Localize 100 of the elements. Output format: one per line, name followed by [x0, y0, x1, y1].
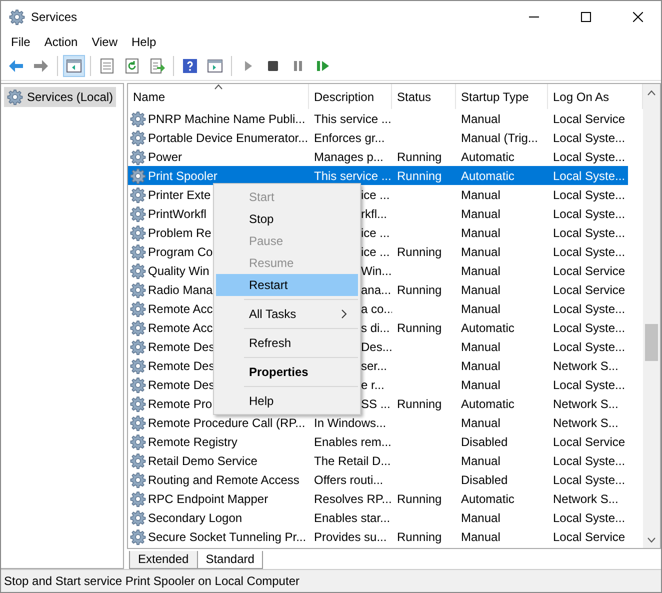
service-name: Radio Mana	[148, 282, 213, 296]
gear-icon	[130, 224, 146, 240]
table-cell-text: Disabled	[460, 472, 509, 486]
menu-item[interactable]: Properties	[216, 361, 358, 383]
column-header[interactable]: Status	[392, 84, 456, 109]
table-cell-text: Local Service	[552, 282, 626, 296]
table-cell-text: In Windows...	[313, 416, 388, 430]
table-cell-text: Resolves RP...	[313, 492, 392, 506]
gear-icon	[130, 110, 146, 126]
menu-item[interactable]: Restart	[216, 274, 358, 296]
table-cell-text: Local Service	[552, 434, 626, 448]
scroll-down-icon[interactable]	[647, 536, 656, 542]
table-cell-text: Local Syste...	[552, 510, 626, 524]
table-cell-text: Manual	[460, 378, 502, 392]
table-cell-text: This service ...	[313, 112, 392, 126]
service-name: Power	[148, 150, 182, 164]
table-cell-text: Automatic	[460, 492, 516, 506]
window-title: Services	[31, 10, 78, 24]
table-cell-text: rkfl...	[361, 206, 388, 220]
table-cell-text: Running	[396, 320, 443, 334]
menu-item[interactable]: Help	[216, 390, 358, 412]
table-cell-text: ice ...	[361, 244, 391, 258]
status-text: Stop and Start service Print Spooler on Local Computer	[4, 574, 300, 588]
menu-item[interactable]: Refresh	[216, 332, 358, 354]
gear-icon	[9, 8, 25, 24]
table-cell-text: Offers routi...	[313, 472, 384, 486]
gear-icon	[130, 510, 146, 526]
gear-icon	[130, 148, 146, 164]
gear-icon	[130, 452, 146, 468]
table-cell-text: Manual	[460, 282, 502, 296]
gear-icon	[130, 320, 146, 336]
menu-bar-item[interactable]: View	[84, 33, 124, 51]
gear-icon	[130, 206, 146, 222]
table-cell-text: Manual	[460, 454, 502, 468]
table-cell-text: Running	[396, 244, 443, 258]
table-cell-text: Manual	[460, 416, 502, 430]
service-name: Problem Re	[148, 226, 212, 240]
sort-caret-icon	[214, 84, 223, 90]
service-name: Quality Win	[148, 264, 210, 278]
gear-icon	[130, 300, 146, 316]
menu-item[interactable]: All Tasks	[216, 303, 358, 325]
menu-bar-item[interactable]: Help	[124, 33, 164, 51]
table-cell-text: ice ...	[361, 226, 391, 240]
table-cell-text: Automatic	[460, 396, 516, 410]
service-name: Retail Demo Service	[148, 454, 258, 468]
table-cell: ana...	[361, 282, 392, 296]
menu-bar-item[interactable]: File	[4, 33, 38, 51]
table-cell-text: Local Syste...	[552, 168, 626, 182]
service-name: Remote Acc	[148, 302, 213, 316]
scroll-thumb[interactable]	[645, 324, 658, 361]
table-cell-text: Disabled	[460, 434, 509, 448]
table-cell-text: Running	[396, 396, 443, 410]
gear-icon	[130, 130, 146, 146]
service-name: Secondary Logon	[148, 510, 242, 524]
maximize-icon	[581, 12, 591, 22]
table-cell-text: Automatic	[460, 150, 516, 164]
vertical-scrollbar[interactable]	[643, 84, 660, 548]
table-cell-text: Local Service	[552, 530, 626, 544]
column-header[interactable]: Description	[309, 84, 392, 109]
menu-item[interactable]: Stop	[216, 208, 358, 230]
table-cell-text: Running	[396, 282, 443, 296]
table-cell: Des...	[361, 340, 392, 354]
gear-icon	[130, 186, 146, 202]
table-cell-text: SS ...	[361, 396, 392, 410]
view-tab[interactable]: Standard	[196, 551, 264, 569]
gear-icon	[130, 168, 146, 184]
gear-icon	[130, 490, 146, 506]
gear-icon	[130, 338, 146, 354]
scroll-up-icon[interactable]	[647, 90, 656, 96]
close-icon	[633, 12, 643, 22]
table-cell-text: Local Syste...	[552, 130, 626, 144]
table-cell-text: Local Syste...	[552, 226, 626, 240]
table-cell-text: ice ...	[361, 188, 391, 202]
gear-icon	[130, 414, 146, 430]
table-cell-text: Network S...	[552, 358, 620, 372]
tree-item[interactable]: Services (Local)	[4, 87, 116, 107]
table-cell-text: Local Syste...	[552, 244, 626, 258]
service-name: RPC Endpoint Mapper	[148, 492, 268, 506]
table-cell-text: This service ...	[313, 168, 392, 182]
service-name: Remote Acc	[148, 320, 213, 334]
table-cell-text: Enforces gr...	[313, 130, 386, 144]
menu-bar-item[interactable]: Action	[37, 33, 85, 51]
column-header[interactable]: Name	[128, 84, 309, 109]
table-cell-text: Manual	[460, 244, 502, 258]
table-cell-text: Manual	[460, 112, 502, 126]
gear-icon	[130, 376, 146, 392]
column-header[interactable]: Startup Type	[456, 84, 548, 109]
table-cell-text: Enables rem...	[313, 434, 392, 448]
service-name: Routing and Remote Access	[148, 472, 300, 486]
view-tab[interactable]: Extended	[129, 551, 198, 569]
table-cell-text: Manual	[460, 302, 502, 316]
table-cell-text: Local Service	[552, 112, 626, 126]
table-cell-text: ser...	[361, 358, 388, 372]
table-cell-text: Local Syste...	[552, 378, 626, 392]
table-cell-text: Manual	[460, 510, 502, 524]
gear-icon	[130, 434, 146, 450]
table-cell-text: Automatic	[460, 320, 516, 334]
table-cell-text: Automatic	[460, 168, 516, 182]
tree-pane-icon[interactable]	[63, 55, 85, 77]
service-name: Portable Device Enumerator...	[148, 130, 308, 144]
